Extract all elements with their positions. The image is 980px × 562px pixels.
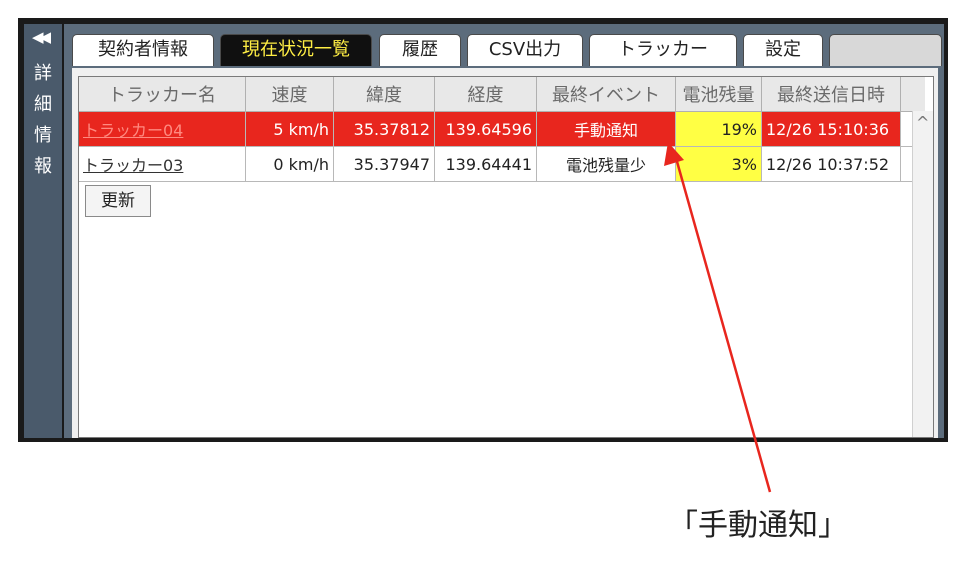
callout-arrow — [664, 142, 772, 493]
callout-arrow-head — [664, 142, 684, 166]
callout-arrow-line — [674, 157, 772, 493]
annotation-caption: 「手動通知」 — [668, 508, 848, 543]
